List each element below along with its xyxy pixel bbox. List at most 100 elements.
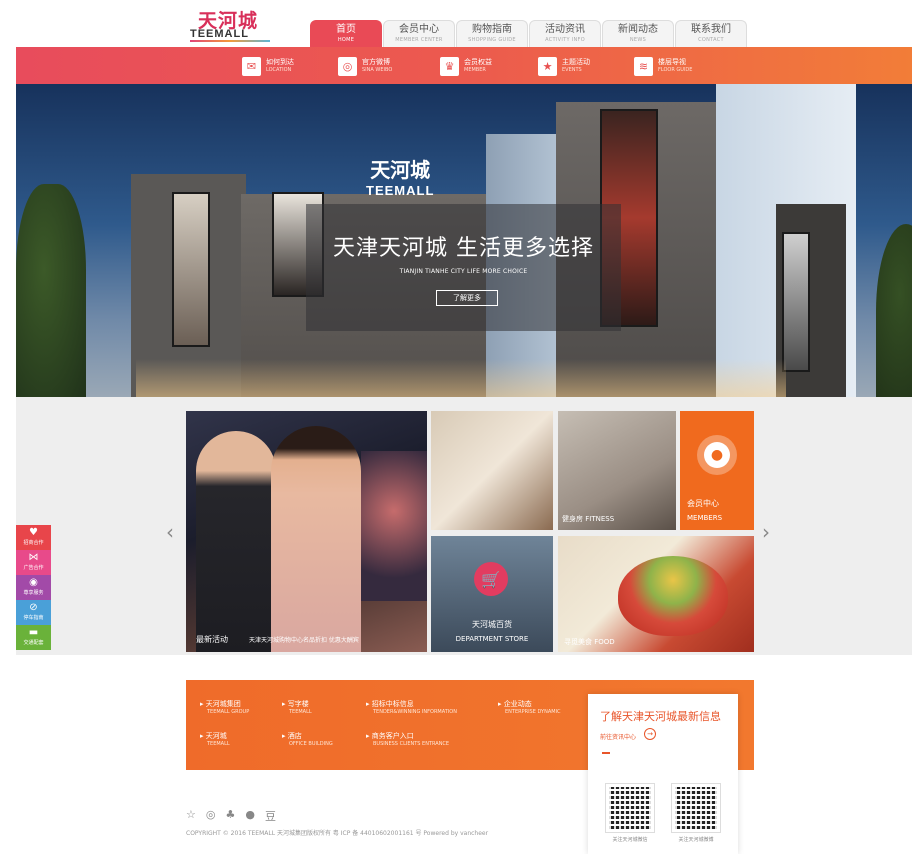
layers-icon: ≋ [634, 56, 653, 76]
tab-label: 新闻动态 [618, 24, 658, 35]
tab-sublabel: SHOPPING GUIDE [468, 37, 516, 43]
side-item-vip-service[interactable]: ◉ 尊享服务 [16, 575, 51, 600]
footer-link-sublabel: OFFICE BUILDING [289, 741, 333, 747]
quick-nav-sublabel: MEMBER [464, 67, 486, 73]
footer-link-label: ▸ 酒店 [282, 732, 302, 740]
crown-icon: ♛ [440, 56, 459, 76]
logo-underline [190, 40, 270, 42]
tab-label: 购物指南 [472, 24, 512, 35]
tile-label: 寻觅美食 FOOD [564, 638, 615, 646]
tab-contact[interactable]: 联系我们 CONTACT [675, 20, 747, 48]
user-icon: ● [697, 435, 737, 475]
user-circle-icon: ◉ [29, 577, 38, 588]
side-item-label: 交通配套 [23, 640, 44, 646]
teemall-logo[interactable]: 天河城 TEEMALL [190, 6, 270, 42]
tab-home[interactable]: 首页 HOME [310, 20, 382, 48]
tab-label: 会员中心 [399, 24, 439, 35]
douban-icon[interactable]: 豆 [265, 808, 276, 824]
hero-caption-box: 天津天河城 生活更多选择 TIANJIN TIANHE CITY LIFE MO… [306, 204, 621, 331]
tile-department-store[interactable]: 🛒 天河城百货 DEPARTMENT STORE [431, 536, 553, 652]
compass-icon: ⊘ [29, 602, 38, 613]
fashion-poster [782, 232, 810, 372]
penguin-icon[interactable]: ♣ [225, 808, 235, 824]
tile-cafe[interactable] [431, 411, 553, 530]
footer-link-tender[interactable]: ▸ 招标中标信息 TENDER&WINNING INFORMATION [366, 700, 457, 716]
tree-image [876, 224, 912, 397]
arrow-right-icon[interactable]: → [644, 728, 656, 740]
tile-label: 健身房 FITNESS [562, 515, 615, 523]
tab-member-center[interactable]: 会员中心 MEMBER CENTER [383, 20, 455, 48]
footer-link-label: ▸ 写字楼 [282, 700, 309, 708]
side-item-parking[interactable]: ⊘ 停车指南 [16, 600, 51, 625]
tab-label: 联系我们 [691, 24, 731, 35]
hero-subtitle: TIANJIN TIANHE CITY LIFE MORE CHOICE [399, 268, 528, 275]
tab-sublabel: CONTACT [698, 37, 724, 43]
footer-link-sublabel: BUSINESS CLIENTS ENTRANCE [373, 741, 450, 747]
photo-woman [271, 426, 361, 652]
footer-link-label: ▸ 招标中标信息 [366, 700, 414, 708]
building-logo: 天河城 TEEMALL [366, 154, 434, 198]
food-bowl-image [618, 556, 728, 636]
logo-en: TEEMALL [190, 28, 249, 40]
footer-link-teemall-group[interactable]: ▸ 天河城集团 TEEMALL GROUP [200, 700, 249, 716]
weibo-qr-code [671, 783, 721, 833]
quick-nav-sublabel: FLOOR GUIDE [658, 67, 693, 73]
quick-nav-member[interactable]: ♛ 会员权益 MEMBER [440, 55, 492, 77]
hero-title: 天津天河城 生活更多选择 [333, 236, 594, 261]
footer-link-sublabel: TEEMALL [207, 741, 230, 747]
quick-nav-floor-guide[interactable]: ≋ 楼层导视 FLOOR GUIDE [634, 55, 692, 77]
footer-link-teemall[interactable]: ▸ 天河城 TEEMALL [200, 732, 230, 748]
side-item-advertising[interactable]: ⋈ 广告合作 [16, 550, 51, 575]
next-arrow-icon[interactable]: › [762, 520, 770, 544]
tab-news[interactable]: 新闻动态 NEWS [602, 20, 674, 48]
qr-caption: 关注天河城微信 [612, 837, 648, 843]
footer-link-label: ▸ 企业动态 [498, 700, 532, 708]
footer-link-sublabel: TEEMALL GROUP [207, 709, 250, 715]
footer-link-business[interactable]: ▸ 商务客户入口 BUSINESS CLIENTS ENTRANCE [366, 732, 449, 748]
tile-sublabel: MEMBERS [687, 514, 723, 522]
chat-bubble-icon: ✉ [242, 56, 261, 76]
weibo-icon: ◎ [338, 56, 357, 76]
main-nav: 首页 HOME 会员中心 MEMBER CENTER 购物指南 SHOPPING… [310, 20, 748, 48]
wechat-icon[interactable]: ● [245, 808, 255, 824]
tab-sublabel: MEMBER CENTER [395, 37, 443, 43]
footer-link-label: ▸ 商务客户入口 [366, 732, 414, 740]
quick-nav-label: 楼层导视 [658, 58, 686, 66]
quick-nav-sublabel: LOCATION [266, 67, 292, 73]
tile-fitness[interactable]: 健身房 FITNESS [558, 411, 676, 530]
quick-nav-weibo[interactable]: ◎ 官方微博 SINA WEIBO [338, 55, 392, 77]
social-links: ☆ ◎ ♣ ● 豆 [186, 808, 276, 824]
quick-nav-location[interactable]: ✉ 如何到达 LOCATION [242, 55, 294, 77]
footer-link-office[interactable]: ▸ 写字楼 TEEMALL [282, 700, 312, 716]
building-logo-en: TEEMALL [366, 183, 435, 198]
footer-link-enterprise[interactable]: ▸ 企业动态 ENTERPRISE DYNAMIC [498, 700, 561, 716]
footer-link-label: ▸ 天河城 [200, 732, 227, 740]
weibo-icon[interactable]: ◎ [206, 808, 216, 824]
prev-arrow-icon[interactable]: ‹ [166, 520, 174, 544]
star-icon[interactable]: ☆ [186, 808, 196, 824]
footer-link-hotel[interactable]: ▸ 酒店 OFFICE BUILDING [282, 732, 333, 748]
quick-nav-label: 主题活动 [562, 58, 590, 66]
footer-link-sublabel: TEEMALL [289, 709, 312, 715]
tab-activity-info[interactable]: 活动资讯 ACTIVITY INFO [529, 20, 601, 48]
tile-food[interactable]: 寻觅美食 FOOD [558, 536, 754, 652]
star-icon: ★ [538, 56, 557, 76]
tile-label: 天河城百货 [472, 620, 512, 629]
tile-sublabel: DEPARTMENT STORE [455, 635, 529, 643]
news-center-link[interactable]: 前往资讯中心 [600, 732, 636, 741]
tile-members[interactable]: ● 会员中心 MEMBERS [680, 411, 754, 530]
quick-nav-events[interactable]: ★ 主题活动 EVENTS [538, 55, 590, 77]
tab-label: 首页 [336, 24, 356, 35]
tab-shopping-guide[interactable]: 购物指南 SHOPPING GUIDE [456, 20, 528, 48]
side-item-transport[interactable]: ▬ 交通配套 [16, 625, 51, 650]
car-icon: ▬ [28, 627, 39, 638]
building-logo-cn: 天河城 [370, 158, 431, 182]
learn-more-button[interactable]: 了解更多 [436, 290, 498, 306]
quick-nav-label: 官方微博 [362, 58, 390, 66]
footer-link-sublabel: ENTERPRISE DYNAMIC [505, 709, 561, 715]
heart-hand-icon: ♥ [29, 527, 38, 538]
footer-link-sublabel: TENDER&WINNING INFORMATION [373, 709, 457, 715]
tile-latest-events[interactable]: 最新活动 天津天河城购物中心名品折扣 优惠大酬宾 [186, 411, 427, 652]
side-item-investment[interactable]: ♥ 招商合作 [16, 525, 51, 550]
tile-description: 天津天河城购物中心名品折扣 优惠大酬宾 [249, 637, 359, 644]
